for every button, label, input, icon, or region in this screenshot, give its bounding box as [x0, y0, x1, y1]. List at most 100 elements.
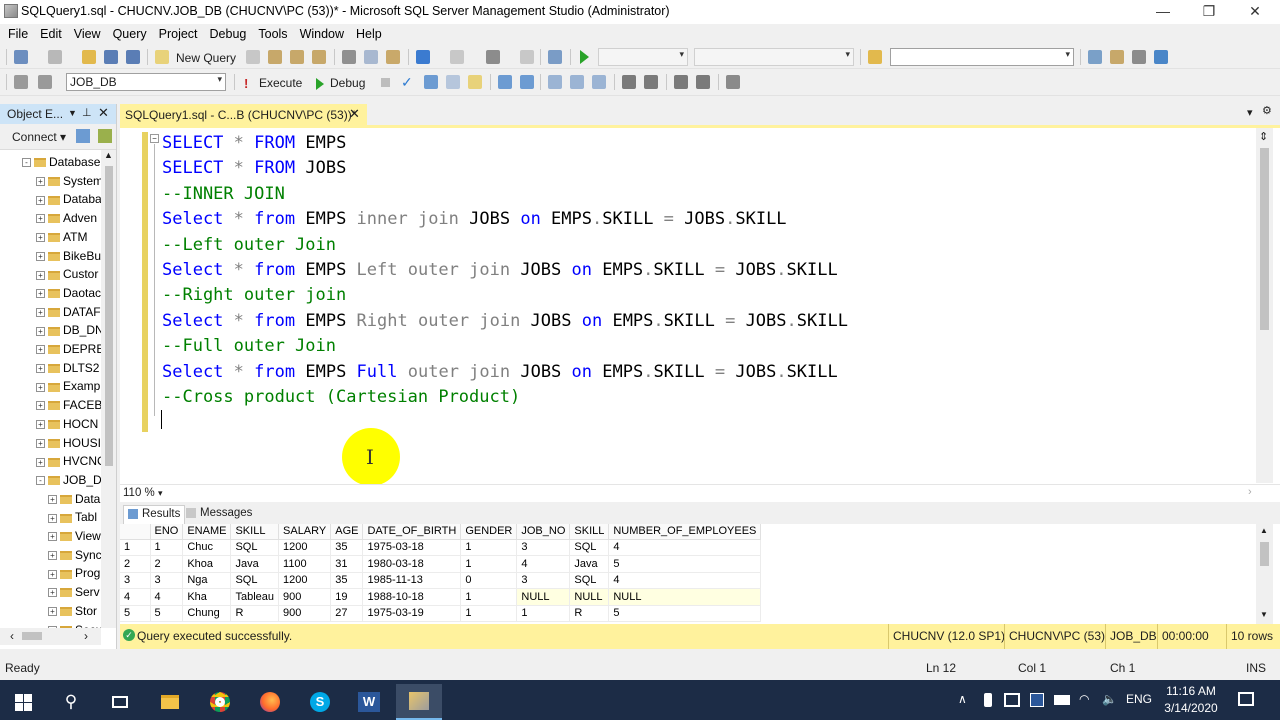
tree-node[interactable]: + Stor — [48, 604, 97, 622]
table-cell[interactable]: 0 — [460, 572, 518, 589]
column-header[interactable]: ENAME — [182, 524, 232, 540]
new-query-button[interactable]: New Query — [176, 51, 236, 65]
menu-debug[interactable]: Debug — [204, 27, 253, 41]
table-cell[interactable]: 1980-03-18 — [362, 555, 462, 573]
expand-icon[interactable]: + — [36, 382, 45, 392]
table-cell[interactable]: 4 — [608, 539, 762, 556]
table-cell[interactable]: 1 — [516, 605, 571, 622]
tree-node[interactable]: + Sync — [48, 548, 101, 566]
column-header[interactable]: SALARY — [278, 524, 332, 540]
menu-tools[interactable]: Tools — [252, 27, 293, 41]
find-icon[interactable] — [520, 50, 534, 64]
expand-icon[interactable]: + — [36, 401, 45, 411]
activity-monitor-icon[interactable] — [548, 50, 562, 64]
scroll-right-icon[interactable]: › — [84, 629, 88, 643]
tree-node[interactable]: + HOCN — [36, 417, 98, 435]
query-designer-icon[interactable] — [446, 75, 460, 89]
column-header[interactable]: GENDER — [460, 524, 518, 540]
tree-node[interactable]: - Database — [22, 155, 100, 173]
new-query-icon[interactable] — [155, 50, 169, 64]
scroll-left-icon[interactable]: ‹ — [10, 629, 14, 643]
close-button[interactable]: ✕ — [1232, 0, 1278, 24]
scroll-up-icon[interactable]: ▲ — [104, 150, 113, 160]
table-cell[interactable]: 3 — [516, 539, 571, 556]
chrome-icon[interactable] — [197, 684, 243, 720]
table-cell[interactable]: 31 — [330, 555, 364, 573]
dropdown-icon[interactable]: ▼ — [68, 108, 77, 118]
tree-node[interactable]: + DEPRE — [36, 342, 101, 360]
analysis-query-icon[interactable] — [268, 50, 282, 64]
table-cell[interactable]: Kha — [182, 588, 232, 606]
redo-icon[interactable] — [450, 50, 464, 64]
mdx-query-icon[interactable] — [290, 50, 304, 64]
zoom-select[interactable]: 110 % ▾ — [123, 487, 181, 502]
window-layout-icon[interactable] — [1154, 50, 1168, 64]
network-app-icon[interactable] — [1030, 693, 1044, 707]
dmx-query-icon[interactable] — [312, 50, 326, 64]
column-header[interactable]: SKILL — [569, 524, 610, 540]
table-cell[interactable]: 1200 — [278, 572, 332, 589]
tab-sqlquery1[interactable]: SQLQuery1.sql - C...B (CHUCNV\PC (53))* … — [120, 104, 367, 125]
expand-icon[interactable]: + — [36, 233, 45, 243]
table-cell[interactable]: 5 — [608, 605, 762, 622]
expand-icon[interactable]: + — [36, 345, 45, 355]
menu-project[interactable]: Project — [153, 27, 204, 41]
tree-node[interactable]: + DLTS2 — [36, 361, 99, 379]
tree-node[interactable]: + Serv — [48, 585, 100, 603]
tree-node[interactable]: + Examp — [36, 379, 100, 397]
disconnect-icon[interactable] — [98, 129, 112, 143]
intellisense-icon[interactable] — [468, 75, 482, 89]
table-cell[interactable]: NULL — [569, 588, 610, 606]
tree-vertical-scrollbar[interactable]: ▲ — [101, 150, 116, 628]
find-in-files-icon[interactable] — [868, 50, 882, 64]
include-plan-icon[interactable] — [498, 75, 512, 89]
menu-view[interactable]: View — [68, 27, 107, 41]
tree-node[interactable]: + Adven — [36, 211, 97, 229]
menu-help[interactable]: Help — [350, 27, 388, 41]
expand-icon[interactable]: + — [36, 270, 45, 280]
file-explorer-icon[interactable] — [147, 684, 193, 720]
table-cell[interactable]: 27 — [330, 605, 364, 622]
table-cell[interactable]: 35 — [330, 539, 364, 556]
close-panel-icon[interactable]: ✕ — [98, 105, 109, 121]
settings-gear-icon[interactable]: ⚙ — [1262, 104, 1272, 117]
minimize-button[interactable]: — — [1140, 0, 1186, 24]
sql-code[interactable]: SELECT * FROM EMPS SELECT * FROM JOBS --IN… — [162, 131, 848, 410]
table-cell[interactable]: Tableau — [230, 588, 280, 606]
table-cell[interactable]: SQL — [230, 539, 280, 556]
decrease-indent-icon[interactable] — [674, 75, 688, 89]
table-cell[interactable]: 1 — [150, 539, 184, 556]
table-cell[interactable]: 1100 — [278, 555, 332, 573]
table-row[interactable]: 4 4 Kha Tableau 900 19 1988-10-18 1 NULL NULL NULL — [120, 588, 762, 606]
tree-node[interactable]: + System — [36, 174, 101, 192]
expand-icon[interactable]: + — [48, 551, 57, 561]
table-row[interactable]: 3 3 Nga SQL 1200 35 1985-11-13 0 3 SQL 4 — [120, 572, 762, 589]
grid-scroll-thumb[interactable] — [1260, 542, 1269, 566]
menu-window[interactable]: Window — [294, 27, 350, 41]
table-cell[interactable]: 1 — [460, 539, 518, 556]
table-cell[interactable]: 1988-10-18 — [362, 588, 462, 606]
results-to-file-icon[interactable] — [592, 75, 606, 89]
table-cell[interactable]: 2 — [150, 555, 184, 573]
debug-button[interactable]: Debug — [330, 76, 365, 90]
tree-node[interactable]: + FACEB — [36, 398, 101, 416]
debug-icon[interactable] — [316, 78, 324, 90]
expand-icon[interactable]: + — [36, 251, 45, 261]
start-icon[interactable] — [580, 50, 589, 64]
column-header[interactable] — [120, 524, 151, 540]
table-cell[interactable]: 900 — [278, 588, 332, 606]
new-project-icon[interactable] — [14, 50, 28, 64]
table-cell[interactable]: 1975-03-19 — [362, 605, 462, 622]
ssms-taskbar-icon[interactable] — [396, 684, 442, 720]
table-cell[interactable]: 1 — [460, 605, 518, 622]
table-cell[interactable]: NULL — [608, 588, 762, 606]
table-cell[interactable]: 1200 — [278, 539, 332, 556]
close-tab-icon[interactable]: ✕ — [349, 106, 360, 122]
split-icon[interactable]: ⇕ — [1259, 130, 1268, 143]
connect-object-icon[interactable] — [76, 129, 90, 143]
skype-icon[interactable]: S — [297, 684, 343, 720]
table-cell[interactable]: 1975-03-18 — [362, 539, 462, 556]
table-cell[interactable]: 1 — [460, 588, 518, 606]
row-number[interactable]: 3 — [120, 572, 151, 589]
tree-node[interactable]: + View — [48, 529, 101, 547]
